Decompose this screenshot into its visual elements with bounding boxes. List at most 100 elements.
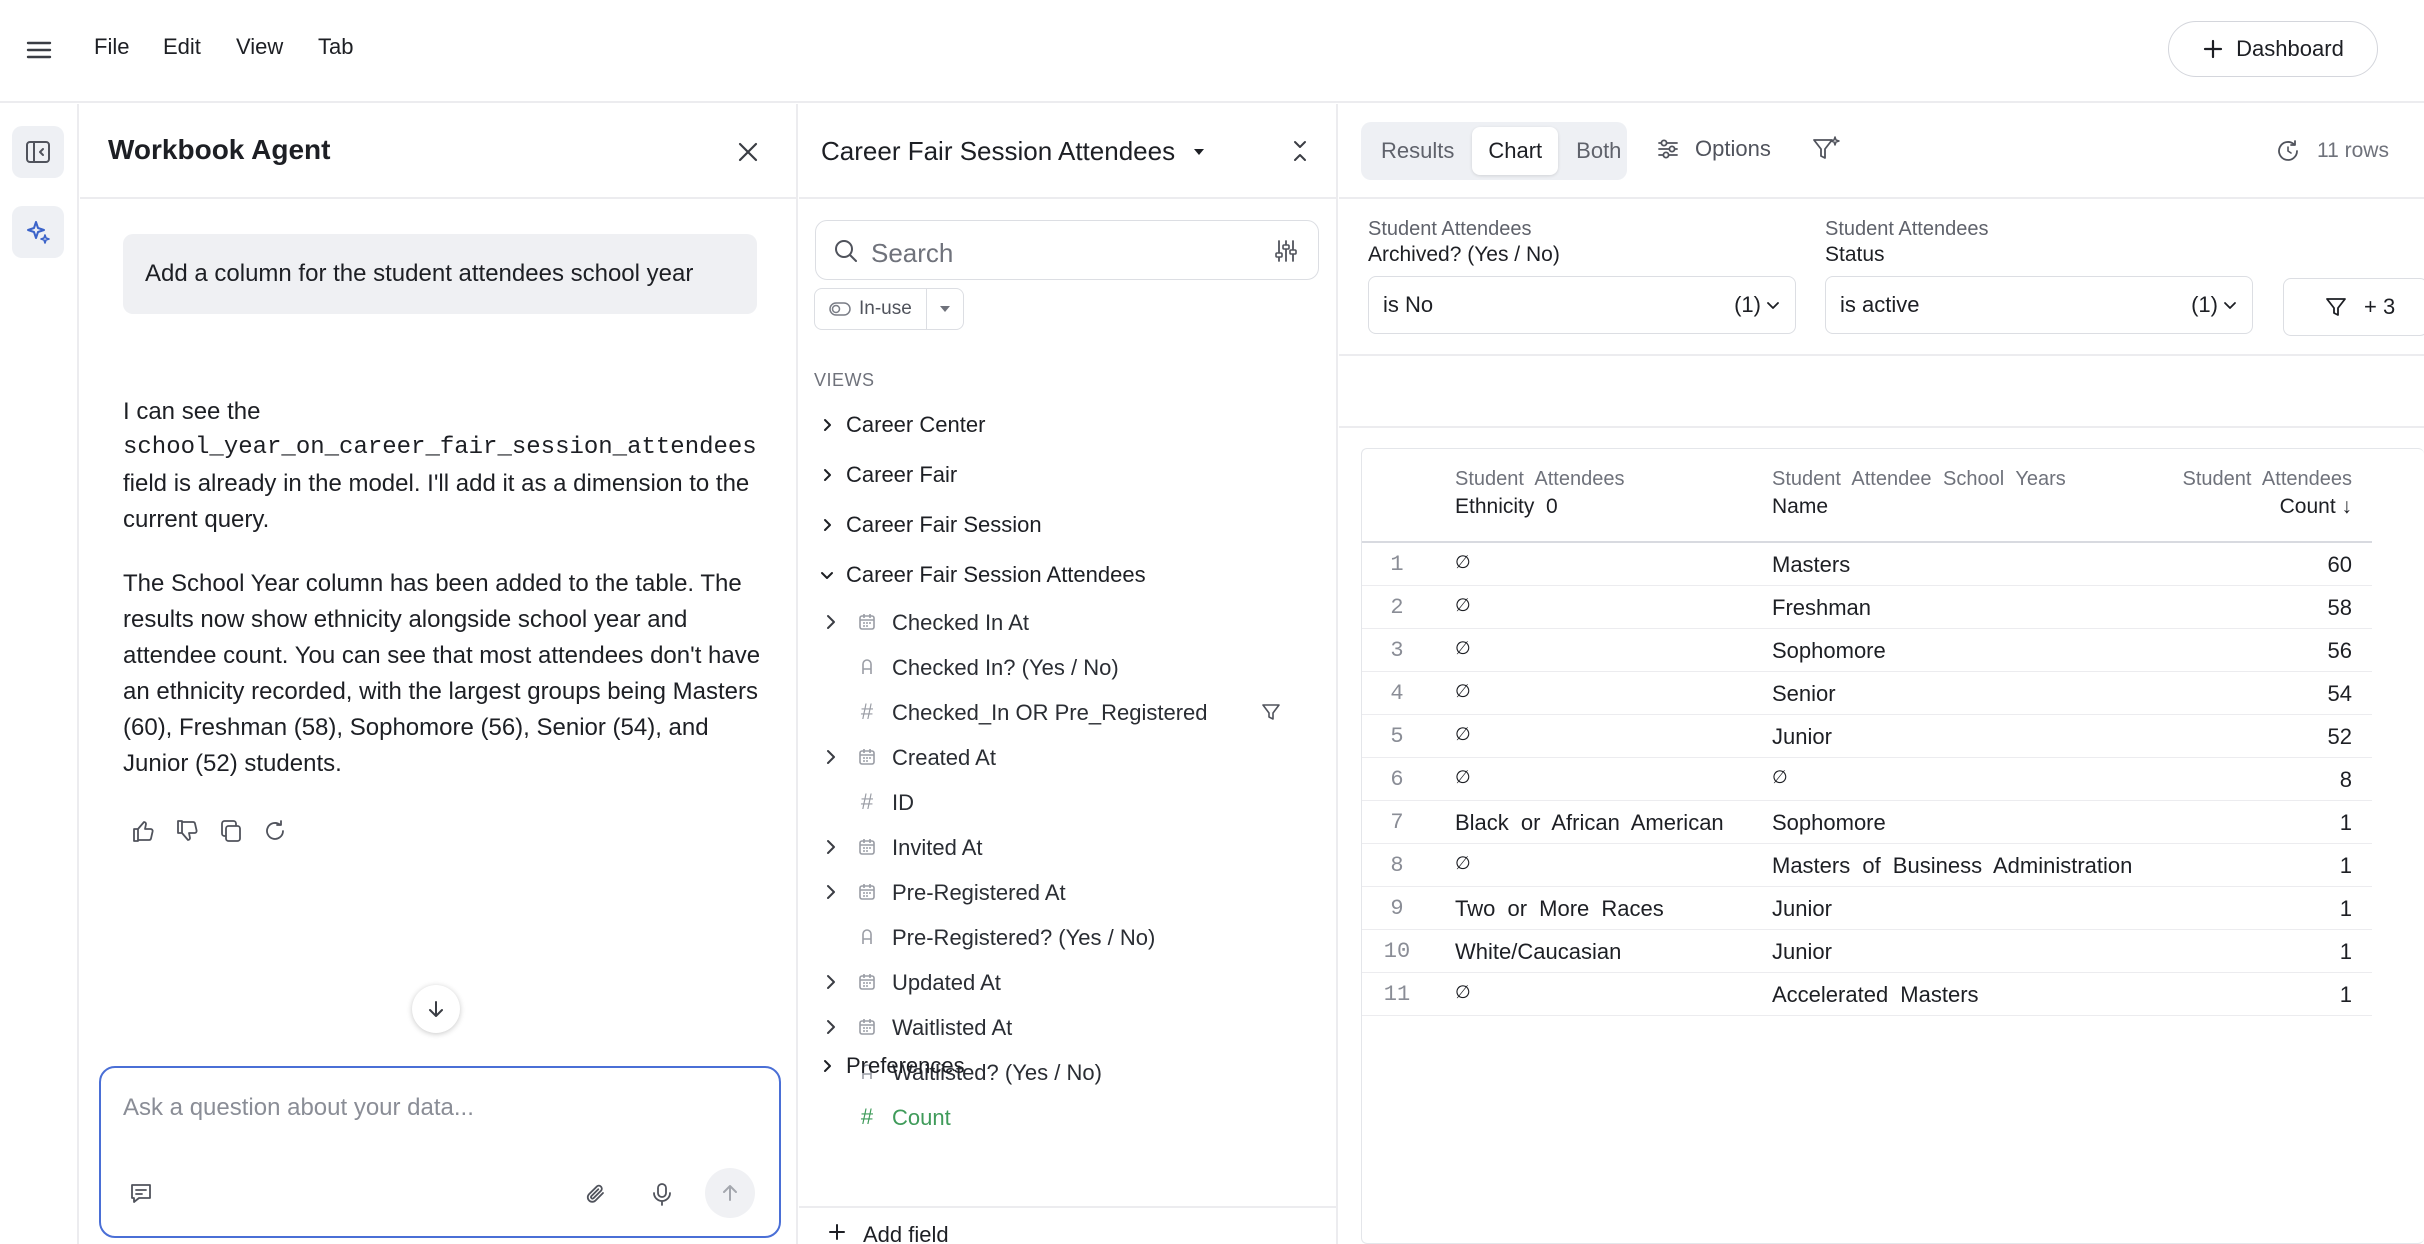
in-use-filter-chip[interactable]: In-use	[814, 288, 964, 330]
dashboard-button-label: Dashboard	[2236, 36, 2344, 61]
field-item[interactable]: Invited At	[799, 828, 1336, 868]
thumbs-down-icon[interactable]	[172, 816, 202, 846]
cell-count: 1	[2339, 810, 2352, 835]
tab-chart[interactable]: Chart	[1472, 127, 1559, 175]
toggle-sidebar-button[interactable]	[12, 126, 64, 178]
number-icon: #	[860, 1104, 874, 1129]
field-search[interactable]: Search	[815, 220, 1319, 280]
ai-agent-button[interactable]	[12, 206, 64, 258]
field-item[interactable]: Checked In At	[799, 603, 1336, 643]
null-value: ∅	[1455, 724, 1471, 744]
cell-count: 60	[2327, 552, 2352, 577]
field-item[interactable]: Waitlisted At	[799, 1008, 1336, 1048]
table-row[interactable]: 10 White/Caucasian Junior 1	[1362, 930, 2372, 973]
table-row[interactable]: 7 Black or African American Sophomore 1	[1362, 801, 2372, 844]
field-item[interactable]: Pre-Registered At	[799, 873, 1336, 913]
ai-filter-icon[interactable]	[1810, 134, 1842, 166]
regenerate-icon[interactable]	[260, 816, 290, 846]
chevron-right-icon[interactable]	[819, 1015, 843, 1039]
add-dashboard-button[interactable]: Dashboard	[2168, 21, 2378, 77]
view-preferences[interactable]: Preferences	[814, 1046, 965, 1086]
collapse-icon[interactable]	[1287, 138, 1313, 164]
table-row[interactable]: 1 ∅ Masters 60	[1362, 543, 2372, 586]
view-label: Preferences	[846, 1053, 965, 1078]
filter-settings-icon[interactable]	[1272, 237, 1300, 265]
message-actions	[128, 816, 290, 846]
view-career-fair[interactable]: Career Fair	[814, 455, 957, 495]
chevron-right-icon[interactable]	[819, 610, 843, 634]
cell-school-year: Accelerated Masters	[1772, 982, 1979, 1007]
copy-icon[interactable]	[216, 816, 246, 846]
filter-funnel-icon[interactable]	[1260, 701, 1282, 723]
field-item[interactable]: Updated At	[799, 963, 1336, 1003]
column-header-school-year-name[interactable]: Student Attendee School Years Name	[1772, 465, 2066, 521]
column-header-ethnicity[interactable]: Student Attendees Ethnicity 0	[1455, 465, 1624, 521]
table-row[interactable]: 2 ∅ Freshman 58	[1362, 586, 2372, 629]
chevron-right-icon[interactable]	[819, 835, 843, 859]
send-button[interactable]	[705, 1168, 755, 1218]
field-item[interactable]: # Count	[799, 1098, 1336, 1138]
filter-count: (1)	[2191, 292, 2218, 317]
filter-view-label: Student Attendees	[1368, 218, 1532, 240]
divider	[1339, 426, 2424, 428]
hamburger-menu-icon[interactable]	[24, 35, 54, 65]
table-row[interactable]: 9 Two or More Races Junior 1	[1362, 887, 2372, 930]
chevron-right-icon[interactable]	[819, 880, 843, 904]
field-label: Invited At	[892, 835, 983, 860]
menu-file[interactable]: File	[94, 34, 129, 60]
field-item[interactable]: Pre-Registered? (Yes / No)	[799, 918, 1336, 958]
yes-no-icon	[855, 654, 879, 680]
row-number: 9	[1390, 896, 1404, 921]
table-row[interactable]: 11 ∅ Accelerated Masters 1	[1362, 973, 2372, 1016]
prompt-library-icon[interactable]	[125, 1178, 157, 1210]
view-career-center[interactable]: Career Center	[814, 405, 985, 445]
field-label: ID	[892, 790, 914, 815]
cell-school-year: Junior	[1772, 939, 1832, 964]
null-value: ∅	[1772, 767, 1788, 787]
thumbs-up-icon[interactable]	[128, 816, 158, 846]
menu-view[interactable]: View	[236, 34, 283, 60]
view-career-fair-session[interactable]: Career Fair Session	[814, 505, 1042, 545]
field-item[interactable]: Created At	[799, 738, 1336, 778]
calendar-icon	[855, 834, 879, 860]
microphone-icon[interactable]	[646, 1178, 678, 1210]
reply-text: field is already in the model. I'll add …	[123, 470, 750, 533]
column-view: Student Attendees	[2182, 468, 2352, 490]
number-icon: #	[860, 699, 874, 724]
chevron-right-icon[interactable]	[819, 745, 843, 769]
more-filters-label: + 3	[2364, 294, 2396, 319]
options-button[interactable]: Options	[1655, 136, 1771, 162]
chevron-right-icon[interactable]	[819, 970, 843, 994]
scroll-to-bottom-button[interactable]	[412, 985, 460, 1033]
tab-results[interactable]: Results	[1365, 127, 1470, 175]
attach-icon[interactable]	[581, 1178, 613, 1210]
field-item[interactable]: Checked In? (Yes / No)	[799, 648, 1336, 688]
explore-title: Career Fair Session Attendees	[821, 136, 1176, 166]
close-icon[interactable]	[734, 138, 762, 166]
table-row[interactable]: 8 ∅ Masters of Business Administration 1	[1362, 844, 2372, 887]
filter-status-select[interactable]: is active (1)	[1825, 276, 2253, 334]
agent-reply-paragraph-2: The School Year column has been added to…	[123, 570, 761, 777]
view-career-fair-session-attendees[interactable]: Career Fair Session Attendees	[814, 555, 1146, 595]
field-item[interactable]: # Checked_In OR Pre_Registered	[799, 693, 1336, 733]
cell-school-year: Sophomore	[1772, 638, 1886, 663]
table-row[interactable]: 5 ∅ Junior 52	[1362, 715, 2372, 758]
refresh-icon[interactable]	[2273, 136, 2303, 166]
column-header-count[interactable]: Student Attendees Count ↓	[2183, 465, 2352, 521]
filter-archived-select[interactable]: is No (1)	[1368, 276, 1796, 334]
tab-both[interactable]: Both	[1560, 127, 1637, 175]
explore-selector[interactable]: Career Fair Session Attendees	[821, 136, 1207, 167]
add-field-button[interactable]: Add field	[799, 1206, 1336, 1244]
agent-reply-paragraph-1: I can see the school_year_on_career_fair…	[123, 394, 763, 538]
chat-input[interactable]	[123, 1094, 743, 1122]
table-row[interactable]: 6 ∅ ∅ 8	[1362, 758, 2372, 801]
views-heading: VIEWS	[814, 370, 875, 390]
menu-tab[interactable]: Tab	[318, 34, 353, 60]
chevron-down-icon	[2222, 297, 2238, 313]
chip-dropdown-icon[interactable]	[927, 289, 963, 329]
table-row[interactable]: 3 ∅ Sophomore 56	[1362, 629, 2372, 672]
more-filters-button[interactable]: + 3	[2283, 278, 2424, 336]
menu-edit[interactable]: Edit	[163, 34, 201, 60]
table-row[interactable]: 4 ∅ Senior 54	[1362, 672, 2372, 715]
field-item[interactable]: # ID	[799, 783, 1336, 823]
